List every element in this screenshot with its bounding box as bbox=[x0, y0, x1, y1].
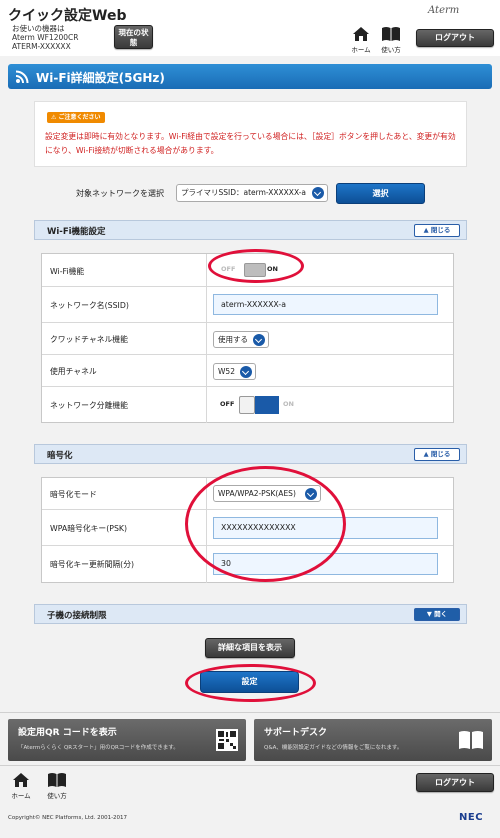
qr-card-title: 設定用QR コードを表示 bbox=[18, 728, 117, 738]
wifi-section-header: Wi-Fi機能設定 ▲ 閉じる bbox=[34, 220, 467, 240]
chevron-down-icon: ▼ bbox=[426, 610, 432, 618]
manual-nav[interactable]: 使い方 bbox=[378, 26, 404, 54]
wifi-function-label: Wi-Fi機能 bbox=[50, 267, 85, 276]
divider bbox=[0, 712, 500, 713]
quad-channel-select[interactable]: 使用する bbox=[213, 331, 269, 348]
support-desk-card[interactable]: サポートデスク Q&A、機能別設定ガイドなどの情報をご覧になれます。 bbox=[254, 719, 492, 761]
network-select-label: 対象ネットワークを選択 bbox=[76, 189, 164, 198]
book-icon bbox=[48, 773, 66, 787]
show-details-button[interactable]: 詳細な項目を表示 bbox=[205, 638, 295, 658]
separation-on-label: ON bbox=[283, 400, 294, 408]
column-divider bbox=[206, 323, 207, 354]
qr-card-subtitle: 「Atermらくらく QRスタート」用のQRコードを作成できます。 bbox=[18, 745, 179, 751]
support-card-title: サポートデスク bbox=[264, 728, 328, 738]
column-divider bbox=[206, 287, 207, 322]
encryption-mode-label: 暗号化モード bbox=[50, 490, 97, 499]
footer-home-nav[interactable]: ホーム bbox=[8, 772, 34, 800]
chevron-up-icon: ▲ bbox=[423, 226, 429, 234]
channel-row: 使用チャネル W52 bbox=[42, 355, 453, 387]
home-nav[interactable]: ホーム bbox=[348, 26, 374, 54]
quad-channel-label: クワッドチャネル機能 bbox=[50, 335, 128, 344]
expand-label: 開く bbox=[434, 610, 448, 618]
support-card-subtitle: Q&A、機能別設定ガイドなどの情報をご覧になれます。 bbox=[264, 745, 403, 751]
book-icon bbox=[459, 731, 483, 749]
caution-label: ご注意ください bbox=[58, 114, 101, 121]
book-icon bbox=[382, 27, 400, 41]
highlight-oval-submit bbox=[185, 664, 316, 702]
encryption-section-title: 暗号化 bbox=[47, 451, 73, 461]
home-label: ホーム bbox=[351, 46, 371, 54]
wifi-icon bbox=[15, 70, 29, 84]
collapse-label: 閉じる bbox=[430, 450, 451, 458]
child-limit-section-title: 子機の接続制限 bbox=[47, 611, 107, 621]
highlight-oval-encryption bbox=[185, 466, 346, 582]
highlight-oval-wifi-toggle bbox=[208, 249, 304, 283]
footer-manual-nav[interactable]: 使い方 bbox=[44, 772, 70, 800]
device-model: Aterm WF1200CR bbox=[12, 33, 79, 42]
manual-label: 使い方 bbox=[381, 46, 401, 54]
column-divider bbox=[206, 355, 207, 386]
qr-code-card[interactable]: 設定用QR コードを表示 「Atermらくらく QRスタート」用のQRコードを作… bbox=[8, 719, 246, 761]
chevron-down-icon bbox=[312, 187, 324, 199]
ssid-label: ネットワーク名(SSID) bbox=[50, 301, 129, 310]
quad-channel-value: 使用する bbox=[218, 335, 248, 344]
footer-home-label: ホーム bbox=[11, 792, 31, 800]
key-interval-label: 暗号化キー更新間隔(分) bbox=[50, 560, 135, 569]
separation-toggle-knob bbox=[239, 396, 255, 414]
logout-button[interactable]: ログアウト bbox=[416, 29, 494, 47]
separation-toggle[interactable]: OFF ON bbox=[217, 396, 299, 414]
network-select[interactable]: プライマリSSID：aterm-XXXXXX-a bbox=[176, 184, 328, 202]
chevron-up-icon: ▲ bbox=[423, 450, 429, 458]
child-limit-expand-button[interactable]: ▼ 開く bbox=[414, 608, 460, 621]
separation-row: ネットワーク分離機能 OFF ON bbox=[42, 387, 453, 423]
chevron-down-icon bbox=[253, 333, 265, 346]
header: クイック設定Web お使いの機器は Aterm WF1200CR ATERM-X… bbox=[0, 0, 500, 56]
chevron-down-icon bbox=[240, 365, 252, 378]
separation-toggle-track bbox=[255, 396, 279, 414]
nec-logo: NEC bbox=[459, 812, 484, 823]
select-button[interactable]: 選択 bbox=[336, 183, 425, 204]
wifi-section-title: Wi-Fi機能設定 bbox=[47, 227, 106, 237]
brand-logo: Aterm bbox=[428, 5, 460, 16]
ssid-row: ネットワーク名(SSID) aterm-XXXXXX-a bbox=[42, 287, 453, 323]
network-select-value: プライマリSSID：aterm-XXXXXX-a bbox=[181, 188, 307, 197]
separation-off-label: OFF bbox=[220, 400, 235, 408]
divider bbox=[0, 765, 500, 766]
app-title: クイック設定Web bbox=[8, 8, 127, 24]
notice-box: ⚠ ご注意ください 設定変更は即時に有効となります。Wi-Fi経由で設定を行って… bbox=[34, 101, 467, 167]
wifi-section-collapse-button[interactable]: ▲ 閉じる bbox=[414, 224, 460, 237]
home-icon bbox=[353, 27, 369, 41]
caution-badge: ⚠ ご注意ください bbox=[47, 112, 105, 123]
channel-value: W52 bbox=[218, 367, 235, 376]
quad-channel-row: クワッドチャネル機能 使用する bbox=[42, 323, 453, 355]
status-button[interactable]: 現在の状態 bbox=[114, 25, 153, 49]
device-name: ATERM-XXXXXX bbox=[12, 42, 71, 51]
encryption-section-header: 暗号化 ▲ 閉じる bbox=[34, 444, 467, 464]
copyright: Copyright© NEC Platforms, Ltd. 2001-2017 bbox=[8, 815, 128, 821]
warning-icon: ⚠ bbox=[51, 114, 57, 121]
home-icon bbox=[13, 773, 29, 787]
child-limit-section-header[interactable]: 子機の接続制限 ▼ 開く bbox=[34, 604, 467, 624]
column-divider bbox=[206, 254, 207, 286]
footer-manual-label: 使い方 bbox=[47, 792, 67, 800]
separation-label: ネットワーク分離機能 bbox=[50, 401, 128, 410]
column-divider bbox=[206, 387, 207, 423]
notice-text: 設定変更は即時に有効となります。Wi-Fi経由で設定を行っている場合には、［設定… bbox=[45, 132, 456, 155]
page-title-bar: Wi-Fi詳細設定(5GHz) bbox=[8, 64, 492, 89]
footer-logout-button[interactable]: ログアウト bbox=[416, 773, 494, 792]
collapse-label: 閉じる bbox=[430, 226, 451, 234]
channel-select[interactable]: W52 bbox=[213, 363, 256, 380]
psk-label: WPA暗号化キー(PSK) bbox=[50, 524, 128, 533]
channel-label: 使用チャネル bbox=[50, 367, 97, 376]
device-label: お使いの機器は bbox=[12, 24, 65, 33]
page-title: Wi-Fi詳細設定(5GHz) bbox=[36, 71, 165, 85]
encryption-section-collapse-button[interactable]: ▲ 閉じる bbox=[414, 448, 460, 461]
page: クイック設定Web お使いの機器は Aterm WF1200CR ATERM-X… bbox=[0, 0, 500, 838]
qr-code-icon bbox=[216, 729, 238, 751]
ssid-input[interactable]: aterm-XXXXXX-a bbox=[213, 294, 438, 315]
